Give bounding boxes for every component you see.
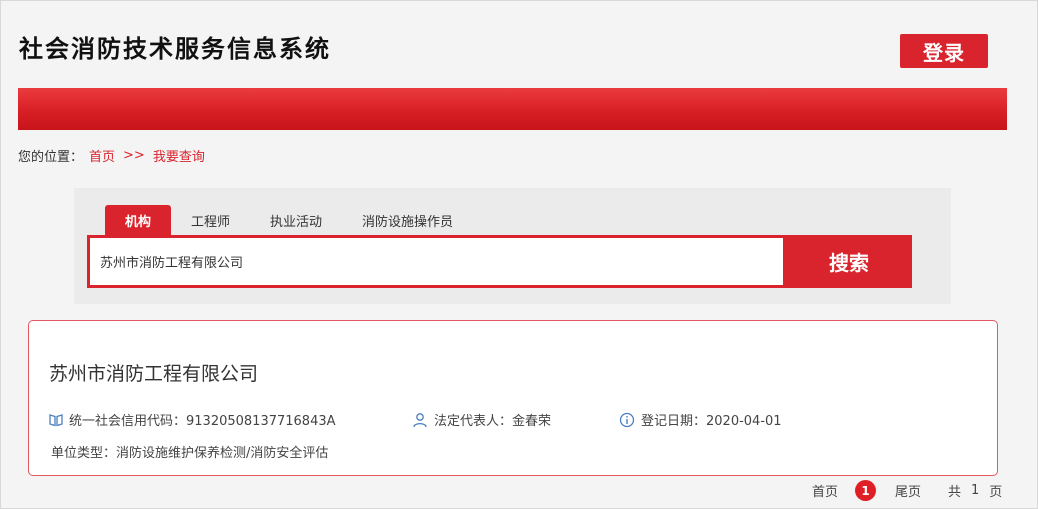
login-button[interactable]: 登录 <box>900 34 988 68</box>
tab-engineer[interactable]: 工程师 <box>171 205 250 235</box>
legal-rep-row: 法定代表人：金春荣 <box>412 410 551 429</box>
pager-last-page[interactable]: 尾页 <box>895 481 921 500</box>
unit-type: 单位类型：消防设施维护保养检测/消防安全评估 <box>51 446 329 461</box>
breadcrumb-prefix: 您的位置： <box>18 150 84 165</box>
pager-total-prefix: 共 <box>948 485 962 500</box>
pager-first-page[interactable]: 首页 <box>812 481 838 500</box>
site-title: 社会消防技术服务信息系统 <box>19 34 331 63</box>
pager-total-suffix: 页 <box>989 485 1003 500</box>
breadcrumb-current-link[interactable]: 我要查询 <box>153 146 205 165</box>
breadcrumb-separator: >> <box>123 148 145 163</box>
search-input[interactable] <box>100 254 773 269</box>
tab-institution[interactable]: 机构 <box>105 205 172 235</box>
search-button[interactable]: 搜索 <box>786 235 912 288</box>
reg-date-row: 登记日期：2020-04-01 <box>619 410 782 429</box>
tab-facility-operator[interactable]: 消防设施操作员 <box>342 205 473 235</box>
result-card[interactable]: 苏州市消防工程有限公司 统一社会信用代码：91320508137716843A … <box>28 320 998 476</box>
page-frame: 社会消防技术服务信息系统 登录 您的位置： 首页 >> 我要查询 机构 工程师 … <box>0 0 1038 509</box>
header-banner <box>18 88 1007 130</box>
registration-date: 登记日期：2020-04-01 <box>641 414 782 429</box>
search-input-wrapper <box>87 235 786 288</box>
pager-total: 共 1 页 <box>948 481 1007 500</box>
pager-current-page[interactable]: 1 <box>855 480 876 501</box>
org-name[interactable]: 苏州市消防工程有限公司 <box>49 359 258 386</box>
search-tabs: 机构 工程师 执业活动 消防设施操作员 <box>105 205 473 235</box>
breadcrumb-home-link[interactable]: 首页 <box>89 146 115 165</box>
pager-total-pages: 1 <box>971 483 980 498</box>
credit-code-row: 统一社会信用代码：91320508137716843A <box>49 410 336 429</box>
user-icon <box>413 412 427 427</box>
legal-representative: 法定代表人：金春荣 <box>434 414 552 429</box>
breadcrumb: 您的位置： 首页 >> 我要查询 <box>18 146 205 165</box>
book-icon <box>49 413 63 426</box>
search-panel: 机构 工程师 执业活动 消防设施操作员 搜索 <box>74 188 951 304</box>
tab-practice-activity[interactable]: 执业活动 <box>250 205 342 235</box>
credit-code: 统一社会信用代码：91320508137716843A <box>69 414 336 429</box>
info-icon <box>619 412 635 427</box>
